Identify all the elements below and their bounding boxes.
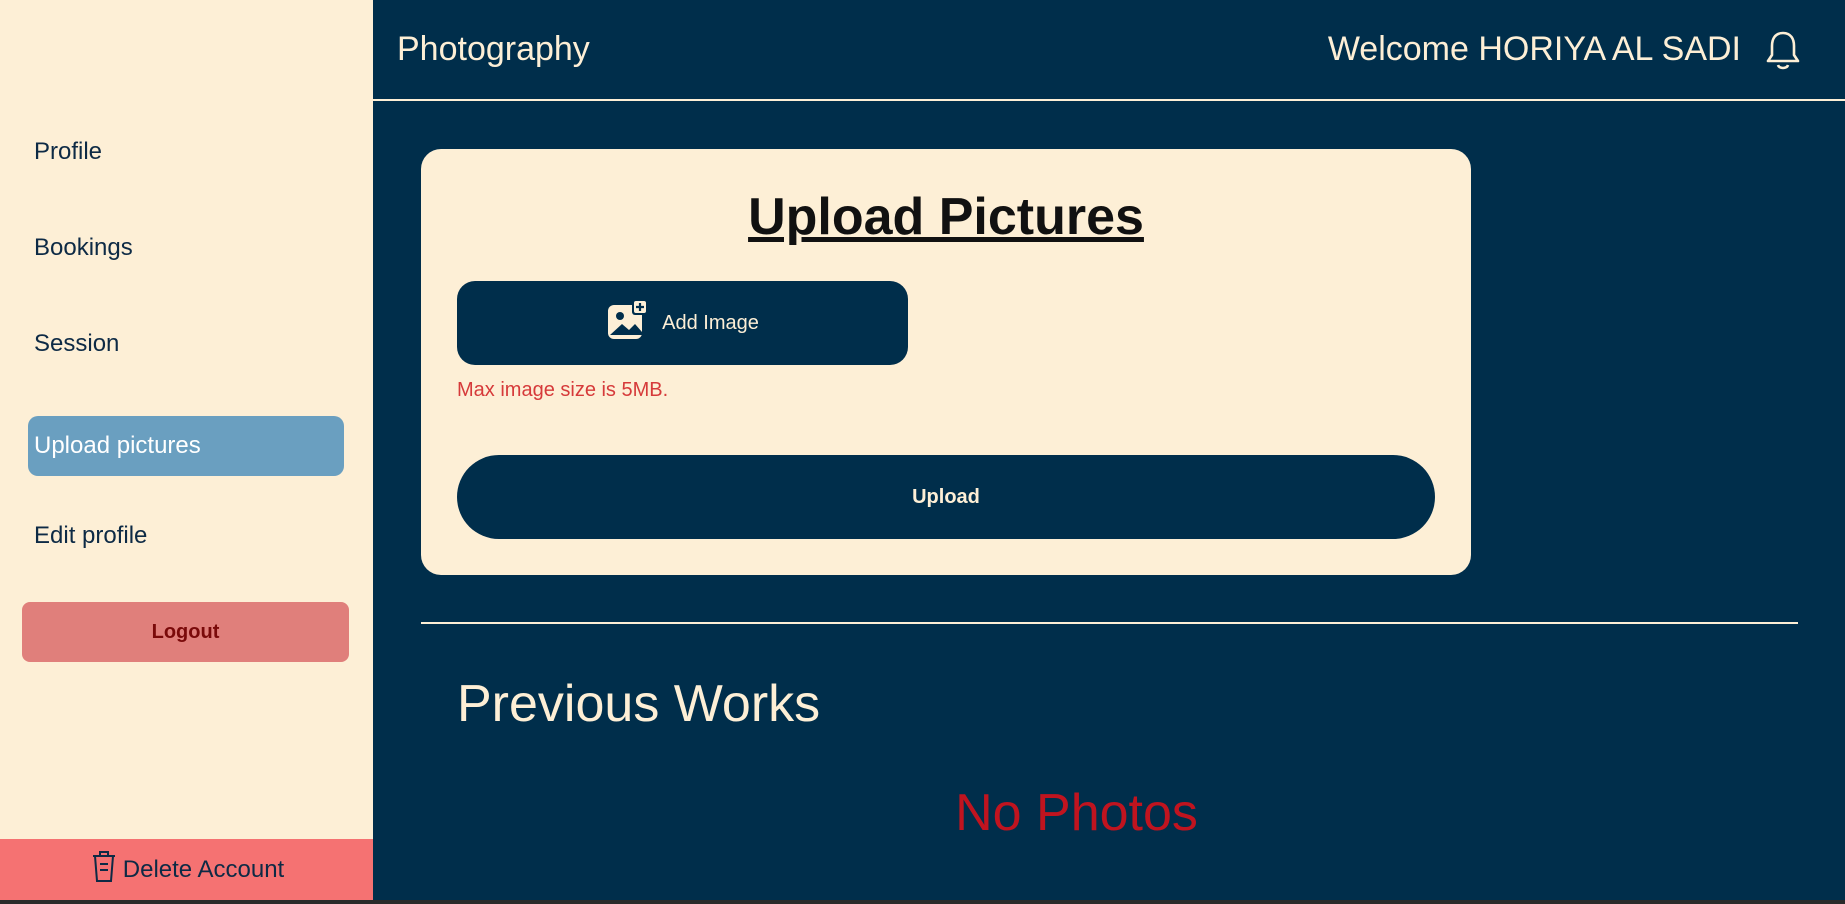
sidebar-item-label: Profile: [34, 138, 103, 165]
bell-icon[interactable]: [1763, 29, 1803, 73]
delete-account-button[interactable]: Delete Account: [0, 839, 373, 900]
brand-title: Photography: [397, 30, 590, 68]
upload-card: Upload Pictures Add Image Max image size…: [421, 149, 1471, 575]
upload-card-title: Upload Pictures: [748, 188, 1144, 246]
sidebar-item-label: Upload pictures: [34, 432, 201, 459]
app-frame: Profile Bookings Session Upload pictures…: [0, 0, 1845, 900]
sidebar-item-upload-pictures[interactable]: Upload pictures: [28, 416, 344, 476]
add-image-icon: [606, 299, 649, 347]
sidebar-item-label: Session: [34, 330, 120, 357]
sidebar-item-bookings[interactable]: Bookings: [28, 218, 344, 278]
upload-label: Upload: [912, 485, 980, 508]
no-photos-message: No Photos: [955, 784, 1198, 842]
sidebar-item-session[interactable]: Session: [28, 314, 344, 374]
sidebar-item-label: Bookings: [34, 234, 133, 261]
previous-works-title: Previous Works: [457, 675, 821, 733]
delete-account-label: Delete Account: [122, 855, 285, 883]
add-image-label: Add Image: [662, 311, 759, 334]
section-divider: [421, 622, 1798, 624]
welcome-text: Welcome HORIYA AL SADI: [1327, 30, 1741, 68]
add-image-button[interactable]: Add Image: [457, 281, 908, 365]
logout-button[interactable]: Logout: [22, 602, 349, 662]
sidebar: Profile Bookings Session Upload pictures…: [0, 0, 373, 900]
size-limit-note: Max image size is 5MB.: [457, 379, 669, 401]
trash-icon: [89, 849, 119, 890]
upload-button[interactable]: Upload: [457, 455, 1435, 539]
logout-label: Logout: [151, 620, 220, 643]
sidebar-item-edit-profile[interactable]: Edit profile: [28, 506, 344, 566]
sidebar-item-profile[interactable]: Profile: [28, 122, 344, 182]
top-header: Photography Welcome HORIYA AL SADI: [373, 0, 1845, 101]
sidebar-item-label: Edit profile: [34, 522, 148, 549]
